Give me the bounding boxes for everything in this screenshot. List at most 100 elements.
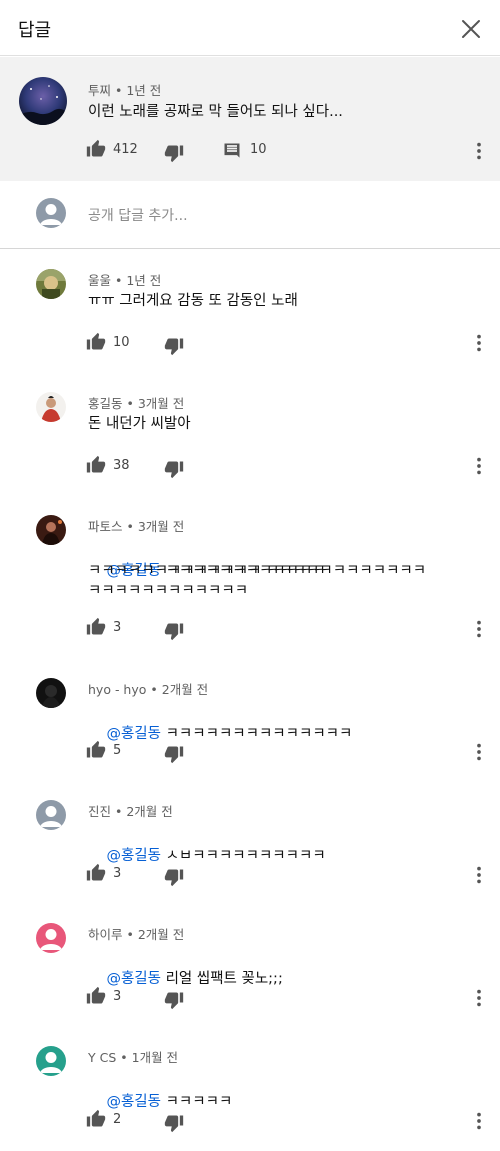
- thumbs-up-icon: [86, 617, 106, 637]
- like-count: 38: [113, 458, 130, 473]
- thumbs-up-icon: [86, 1109, 106, 1129]
- dislike-button[interactable]: [164, 1113, 184, 1133]
- comment-author[interactable]: 파토스: [88, 519, 123, 534]
- comment-author[interactable]: 하이루: [88, 927, 123, 942]
- close-button[interactable]: [454, 12, 488, 46]
- avatar[interactable]: [36, 800, 66, 830]
- mention-link[interactable]: @홍길동: [106, 726, 161, 742]
- dislike-button[interactable]: [164, 744, 184, 764]
- comment-body: ㅋㅋㅋㅋㅋ: [160, 1094, 233, 1110]
- dislike-button[interactable]: [164, 621, 184, 641]
- close-icon: [462, 20, 480, 38]
- more-vertical-icon: [468, 987, 490, 1009]
- comment-author[interactable]: hyo - hyo: [88, 682, 146, 697]
- like-count: 3: [113, 989, 122, 1004]
- thumbs-up-icon: [86, 139, 106, 159]
- meta-separator: •: [126, 396, 138, 411]
- like-button[interactable]: [86, 455, 106, 475]
- like-button[interactable]: [86, 139, 106, 159]
- dislike-button[interactable]: [164, 459, 184, 479]
- mention-link[interactable]: @홍길동: [106, 1094, 161, 1110]
- meta-separator: •: [120, 1050, 132, 1065]
- meta-separator: •: [150, 682, 162, 697]
- comment-author[interactable]: 투찌: [88, 83, 111, 98]
- like-button[interactable]: [86, 617, 106, 637]
- avatar[interactable]: [36, 269, 66, 299]
- comment-time: 1년 전: [126, 273, 162, 288]
- like-count: 10: [113, 335, 130, 350]
- meta-separator: •: [115, 273, 127, 288]
- user-icon: [36, 1046, 66, 1076]
- avatar[interactable]: [36, 678, 66, 708]
- comment-body: ㅋㅋㅋㅋㅋㅋㅋㅋㅋㅋㅋㅋㅋㅋ: [160, 726, 353, 742]
- avatar[interactable]: [36, 392, 66, 422]
- more-options-button[interactable]: [468, 140, 490, 162]
- thumbs-down-icon: [164, 867, 184, 887]
- comment-time: 1개월 전: [131, 1050, 179, 1065]
- like-button[interactable]: [86, 1109, 106, 1129]
- reply-count: 10: [250, 142, 267, 157]
- meta-separator: •: [126, 927, 138, 942]
- like-count: 2: [113, 1112, 122, 1127]
- comment-time: 2개월 전: [126, 804, 173, 819]
- meta-separator: •: [115, 804, 127, 819]
- thumbs-down-icon: [164, 744, 184, 764]
- comment-text: ㅠㅠ 그러게요 감동 또 감동인 노래: [88, 293, 298, 309]
- comment-author[interactable]: 홍길동: [88, 396, 123, 411]
- like-button[interactable]: [86, 332, 106, 352]
- like-count: 3: [113, 866, 122, 881]
- more-vertical-icon: [468, 741, 490, 763]
- more-vertical-icon: [468, 455, 490, 477]
- comment-author[interactable]: 울울: [88, 273, 111, 288]
- thumbs-down-icon: [164, 990, 184, 1010]
- like-button[interactable]: [86, 986, 106, 1006]
- more-options-button[interactable]: [468, 987, 490, 1009]
- thumbs-up-icon: [86, 740, 106, 760]
- more-options-button[interactable]: [468, 455, 490, 477]
- more-vertical-icon: [468, 1110, 490, 1132]
- thumbs-up-icon: [86, 863, 106, 883]
- thumbs-down-icon: [164, 336, 184, 356]
- header-bar: 답글: [0, 0, 500, 56]
- more-options-button[interactable]: [468, 618, 490, 640]
- comment-author[interactable]: Y CS: [88, 1050, 116, 1065]
- thumbs-up-icon: [86, 332, 106, 352]
- dislike-button[interactable]: [164, 867, 184, 887]
- reply-input[interactable]: 공개 답글 추가...: [88, 205, 188, 225]
- avatar[interactable]: [19, 77, 67, 125]
- dislike-button[interactable]: [164, 336, 184, 356]
- avatar[interactable]: [36, 923, 66, 953]
- parent-comment: 투찌 • 1년 전 이런 노래를 공짜로 막 들어도 되나 싶다... 412 …: [0, 57, 500, 181]
- user-icon: [36, 198, 66, 228]
- reply-button[interactable]: [222, 141, 242, 161]
- thumbs-down-icon: [164, 621, 184, 641]
- add-reply-bar: [0, 181, 500, 249]
- like-button[interactable]: [86, 740, 106, 760]
- page-title: 답글: [18, 20, 52, 41]
- thumbs-up-icon: [86, 986, 106, 1006]
- like-count: 412: [113, 142, 138, 157]
- more-options-button[interactable]: [468, 332, 490, 354]
- dislike-button[interactable]: [164, 990, 184, 1010]
- like-button[interactable]: [86, 863, 106, 883]
- more-options-button[interactable]: [468, 741, 490, 763]
- avatar[interactable]: [36, 1046, 66, 1076]
- comment-time: 3개월 전: [137, 519, 185, 534]
- comment-text: @홍길동 ㅋㅋㅋㅋㅋ: [88, 1068, 232, 1137]
- mention-link[interactable]: @홍길동: [106, 848, 161, 864]
- comment-body: 리얼 씹팩트 꽂노;;;: [160, 971, 283, 987]
- more-options-button[interactable]: [468, 864, 490, 886]
- comment-time: 3개월 전: [137, 396, 185, 411]
- more-vertical-icon: [468, 864, 490, 886]
- mention-link[interactable]: @홍길동: [106, 971, 161, 987]
- dislike-button[interactable]: [164, 143, 184, 163]
- comment-author[interactable]: 진진: [88, 804, 111, 819]
- avatar[interactable]: [36, 515, 66, 545]
- thumbs-down-icon: [164, 143, 184, 163]
- meta-separator: •: [126, 519, 138, 534]
- avatar: [36, 198, 66, 228]
- comment-body: ㅅㅂㅋㅋㅋㅋㅋㅋㅋㅋㅋㅋ: [160, 848, 326, 864]
- more-options-button[interactable]: [468, 1110, 490, 1132]
- more-vertical-icon: [468, 618, 490, 640]
- comment-time: 2개월 전: [137, 927, 185, 942]
